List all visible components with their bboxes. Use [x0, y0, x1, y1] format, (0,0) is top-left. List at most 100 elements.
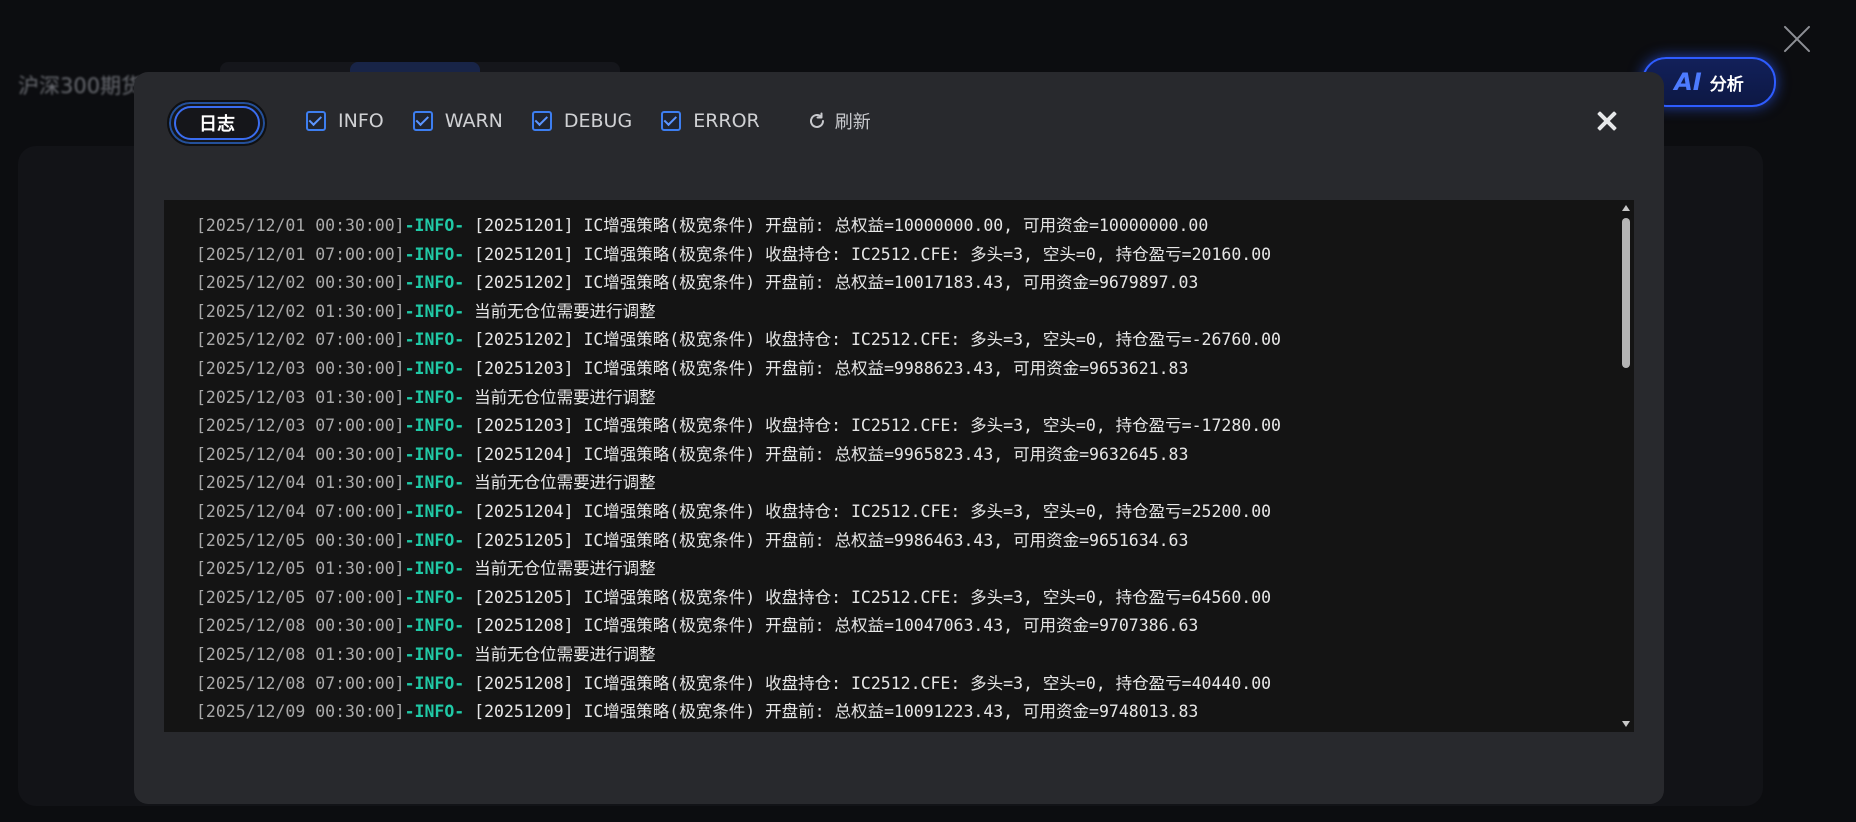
log-level: -INFO-	[404, 358, 465, 378]
background-title: 沪深300期货	[18, 74, 143, 98]
check-icon[interactable]	[306, 111, 326, 131]
log-level: -INFO-	[404, 616, 465, 636]
log-line: [2025/12/02 07:00:00]-INFO- [20251202] I…	[196, 326, 1610, 355]
filter-debug[interactable]: DEBUG	[531, 110, 633, 132]
log-timestamp: [2025/12/09 00:30:00]	[196, 702, 405, 722]
log-line: [2025/12/04 01:30:00]-INFO- 当前无仓位需要进行调整	[196, 469, 1610, 498]
log-level: -INFO-	[404, 273, 465, 293]
log-line: [2025/12/02 01:30:00]-INFO- 当前无仓位需要进行调整	[196, 298, 1610, 327]
log-line: [2025/12/01 00:30:00]-INFO- [20251201] I…	[196, 212, 1610, 241]
filter-warn-label: WARN	[444, 110, 503, 132]
log-line: [2025/12/05 00:30:00]-INFO- [20251205] I…	[196, 527, 1610, 556]
log-timestamp: [2025/12/02 07:00:00]	[196, 330, 405, 350]
log-message: [20251205] IC增强策略(极宽条件) 开盘前: 总权益=9986463…	[464, 530, 1189, 550]
log-line: [2025/12/03 01:30:00]-INFO- 当前无仓位需要进行调整	[196, 384, 1610, 413]
ai-analysis-label: 分析	[1709, 74, 1744, 95]
filter-error[interactable]: ERROR	[661, 110, 760, 132]
close-icon[interactable]	[1596, 110, 1618, 132]
log-timestamp: [2025/12/05 00:30:00]	[196, 530, 405, 550]
log-timestamp: [2025/12/04 01:30:00]	[196, 473, 405, 493]
tab-log-label: 日志	[174, 106, 260, 140]
log-level: -INFO-	[404, 501, 465, 521]
filter-warn[interactable]: WARN	[412, 110, 503, 132]
log-message: [20251204] IC增强策略(极宽条件) 开盘前: 总权益=9965823…	[464, 444, 1189, 464]
log-level: -INFO-	[404, 387, 465, 407]
log-message: [20251208] IC增强策略(极宽条件) 开盘前: 总权益=1004706…	[464, 616, 1199, 636]
log-level: -INFO-	[404, 473, 465, 493]
log-timestamp: [2025/12/03 01:30:00]	[196, 387, 405, 407]
log-message: 当前无仓位需要进行调整	[464, 559, 656, 579]
log-line: [2025/12/04 00:30:00]-INFO- [20251204] I…	[196, 441, 1610, 470]
refresh-button[interactable]: 刷新	[807, 108, 871, 134]
log-level: -INFO-	[404, 416, 465, 436]
log-message: 当前无仓位需要进行调整	[464, 644, 656, 664]
log-level: -INFO-	[404, 702, 465, 722]
log-line: [2025/12/03 07:00:00]-INFO- [20251203] I…	[196, 412, 1610, 441]
log-timestamp: [2025/12/01 00:30:00]	[196, 216, 405, 235]
ai-logo-icon: AI	[1674, 68, 1702, 96]
filter-error-label: ERROR	[693, 110, 760, 132]
close-icon[interactable]	[1782, 24, 1812, 54]
log-level: -INFO-	[404, 559, 465, 579]
log-timestamp: [2025/12/08 07:00:00]	[196, 673, 405, 693]
log-line: [2025/12/01 07:00:00]-INFO- [20251201] I…	[196, 241, 1610, 270]
log-line: [2025/12/08 07:00:00]-INFO- [20251208] I…	[196, 670, 1610, 699]
log-timestamp: [2025/12/03 00:30:00]	[196, 358, 405, 378]
scrollbar-thumb[interactable]	[1622, 218, 1630, 368]
check-icon[interactable]	[531, 111, 552, 131]
log-output[interactable]: [2025/12/01 00:30:00]-INFO- [20251201] I…	[164, 200, 1634, 732]
log-message: 当前无仓位需要进行调整	[464, 301, 656, 321]
log-message: [20251209] IC增强策略(极宽条件) 开盘前: 总权益=1009122…	[464, 702, 1199, 722]
scrollbar[interactable]	[1618, 200, 1634, 732]
log-dialog: 日志 INFO WARN DEBUG ERROR 刷新 [2025/12/01 …	[134, 72, 1664, 804]
log-message: 当前无仓位需要进行调整	[464, 473, 656, 493]
log-timestamp: [2025/12/04 00:30:00]	[196, 444, 405, 464]
log-message: [20251203] IC增强策略(极宽条件) 开盘前: 总权益=9988623…	[464, 358, 1189, 378]
filter-info-label: INFO	[338, 110, 384, 132]
tab-log[interactable]: 日志	[167, 100, 267, 146]
log-message: [20251203] IC增强策略(极宽条件) 收盘持仓: IC2512.CFE…	[464, 416, 1281, 436]
log-message: 当前无仓位需要进行调整	[464, 387, 656, 407]
log-timestamp: [2025/12/02 01:30:00]	[196, 301, 405, 321]
log-timestamp: [2025/12/02 00:30:00]	[196, 273, 405, 293]
log-level: -INFO-	[404, 673, 465, 693]
log-message: [20251205] IC增强策略(极宽条件) 收盘持仓: IC2512.CFE…	[464, 587, 1272, 607]
scroll-up-icon[interactable]	[1622, 205, 1630, 211]
log-line: [2025/12/03 00:30:00]-INFO- [20251203] I…	[196, 355, 1610, 384]
log-level: -INFO-	[404, 330, 465, 350]
log-timestamp: [2025/12/01 07:00:00]	[196, 244, 405, 264]
check-icon[interactable]	[412, 111, 433, 131]
log-lines: [2025/12/01 00:30:00]-INFO- [20251201] I…	[196, 212, 1610, 727]
level-filters: INFO WARN DEBUG ERROR 刷新	[306, 108, 871, 134]
log-timestamp: [2025/12/03 07:00:00]	[196, 416, 405, 436]
log-line: [2025/12/05 07:00:00]-INFO- [20251205] I…	[196, 584, 1610, 613]
log-line: [2025/12/05 01:30:00]-INFO- 当前无仓位需要进行调整	[196, 555, 1610, 584]
log-line: [2025/12/08 00:30:00]-INFO- [20251208] I…	[196, 612, 1610, 641]
log-level: -INFO-	[404, 644, 465, 664]
log-level: -INFO-	[404, 244, 465, 264]
filter-info[interactable]: INFO	[306, 110, 384, 132]
log-line: [2025/12/04 07:00:00]-INFO- [20251204] I…	[196, 498, 1610, 527]
log-message: [20251204] IC增强策略(极宽条件) 收盘持仓: IC2512.CFE…	[464, 501, 1272, 521]
log-line: [2025/12/02 00:30:00]-INFO- [20251202] I…	[196, 269, 1610, 298]
log-level: -INFO-	[404, 216, 465, 235]
log-message: [20251201] IC增强策略(极宽条件) 开盘前: 总权益=1000000…	[464, 216, 1209, 235]
check-icon[interactable]	[661, 111, 682, 131]
log-line: [2025/12/09 00:30:00]-INFO- [20251209] I…	[196, 698, 1610, 727]
log-line: [2025/12/08 01:30:00]-INFO- 当前无仓位需要进行调整	[196, 641, 1610, 670]
filter-debug-label: DEBUG	[563, 110, 633, 132]
refresh-icon	[809, 112, 824, 128]
log-timestamp: [2025/12/08 01:30:00]	[196, 644, 405, 664]
log-message: [20251201] IC增强策略(极宽条件) 收盘持仓: IC2512.CFE…	[464, 244, 1272, 264]
log-timestamp: [2025/12/08 00:30:00]	[196, 616, 405, 636]
scroll-down-icon[interactable]	[1622, 721, 1630, 727]
log-timestamp: [2025/12/04 07:00:00]	[196, 501, 405, 521]
log-message: [20251202] IC增强策略(极宽条件) 开盘前: 总权益=1001718…	[464, 273, 1199, 293]
log-level: -INFO-	[404, 587, 465, 607]
log-timestamp: [2025/12/05 07:00:00]	[196, 587, 405, 607]
log-level: -INFO-	[404, 530, 465, 550]
log-message: [20251208] IC增强策略(极宽条件) 收盘持仓: IC2512.CFE…	[464, 673, 1272, 693]
log-level: -INFO-	[404, 444, 465, 464]
log-timestamp: [2025/12/05 01:30:00]	[196, 559, 405, 579]
log-level: -INFO-	[404, 301, 465, 321]
